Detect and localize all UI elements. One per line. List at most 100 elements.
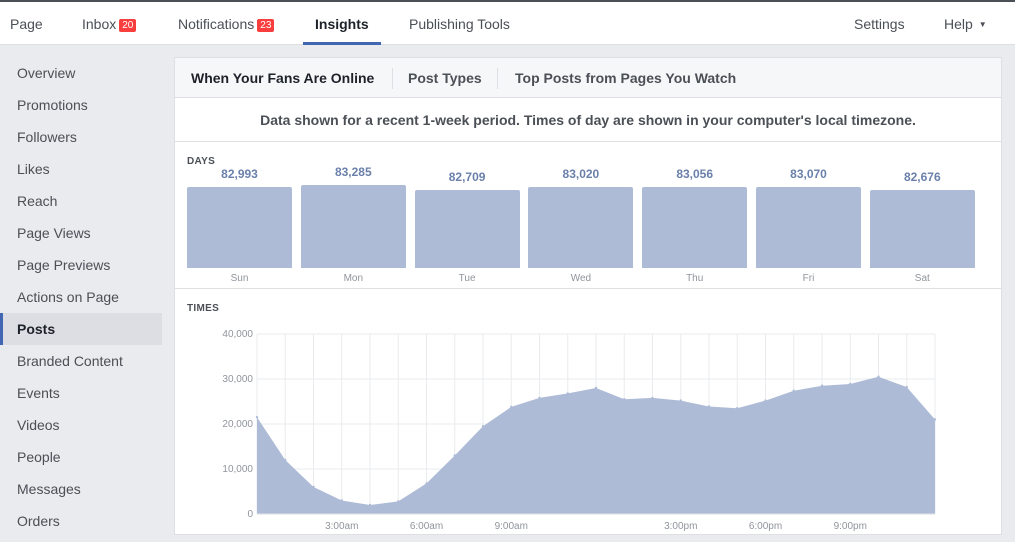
data-point[interactable] xyxy=(255,416,259,419)
data-point[interactable] xyxy=(594,386,598,390)
sidebar-item-label: Videos xyxy=(17,417,60,433)
subtab-post-types[interactable]: Post Types xyxy=(408,58,482,97)
sidebar-item-posts[interactable]: Posts xyxy=(0,313,162,345)
sidebar-item-orders[interactable]: Orders xyxy=(0,505,162,537)
series-area[interactable] xyxy=(257,376,935,514)
y-tick-label: 0 xyxy=(247,509,253,520)
day-value: 83,070 xyxy=(790,166,827,181)
sidebar-item-likes[interactable]: Likes xyxy=(0,153,162,185)
data-point[interactable] xyxy=(566,392,569,395)
sidebar-item-label: Likes xyxy=(17,161,50,177)
data-point[interactable] xyxy=(340,499,343,502)
day-label: Wed xyxy=(570,273,592,284)
data-point[interactable] xyxy=(905,385,908,389)
day-label: Thu xyxy=(686,273,704,284)
caret-down-icon: ▼ xyxy=(978,20,987,29)
tab-settings[interactable]: Settings xyxy=(854,2,905,45)
sidebar-item-page-views[interactable]: Page Views xyxy=(0,217,162,249)
sidebar-item-messages[interactable]: Messages xyxy=(0,473,162,505)
tab-help[interactable]: Help ▼ xyxy=(944,2,987,45)
x-tick-label: 3:00am xyxy=(325,521,358,532)
data-point[interactable] xyxy=(510,405,513,409)
day-bar[interactable] xyxy=(869,190,975,268)
sidebar-item-label: Messages xyxy=(17,481,81,497)
sidebar-item-label: Orders xyxy=(17,513,60,529)
x-tick-label: 6:00pm xyxy=(749,521,782,532)
times-area-chart: 40,000 30,000 20,000 10,000 0 3:00am 6:00am 9:0… xyxy=(222,329,937,532)
data-point[interactable] xyxy=(481,425,485,428)
tab-notifications[interactable]: Notifications 23 xyxy=(178,2,275,45)
data-point[interactable] xyxy=(425,482,428,485)
subtab-top-posts-label: Top Posts from Pages You Watch xyxy=(515,70,737,86)
sidebar-item-videos[interactable]: Videos xyxy=(0,409,162,441)
data-point[interactable] xyxy=(368,503,372,507)
data-point[interactable] xyxy=(651,396,654,400)
sidebar-item-branded-content[interactable]: Branded Content xyxy=(0,345,162,377)
sidebar-item-page-previews[interactable]: Page Previews xyxy=(0,249,162,281)
subtab-top-posts[interactable]: Top Posts from Pages You Watch xyxy=(515,58,736,97)
tab-publishing-tools-label: Publishing Tools xyxy=(409,16,510,32)
day-bar[interactable] xyxy=(642,186,748,268)
data-point[interactable] xyxy=(312,485,315,489)
sidebar-item-promotions[interactable]: Promotions xyxy=(0,89,162,121)
day-value: 82,709 xyxy=(448,169,486,184)
data-point[interactable] xyxy=(538,396,541,400)
sidebar-item-overview[interactable]: Overview xyxy=(0,57,162,89)
day-label: Sun xyxy=(230,273,249,284)
tab-insights[interactable]: Insights xyxy=(315,2,369,45)
data-point[interactable] xyxy=(679,399,682,402)
data-point[interactable] xyxy=(623,398,626,401)
y-tick-label: 30,000 xyxy=(222,374,253,385)
x-tick-label: 9:00am xyxy=(495,521,528,532)
timezone-notice: Data shown for a recent 1-week period. T… xyxy=(175,98,1001,142)
notifications-count-badge: 23 xyxy=(257,19,275,32)
data-point[interactable] xyxy=(820,384,824,387)
sidebar-item-label: Posts xyxy=(17,321,56,337)
data-point[interactable] xyxy=(707,405,711,408)
y-tick-label: 40,000 xyxy=(222,329,253,340)
sidebar-item-people[interactable]: People xyxy=(0,441,162,473)
tab-inbox[interactable]: Inbox 20 xyxy=(82,2,137,45)
day-bar[interactable] xyxy=(300,185,406,268)
sidebar-item-label: Events xyxy=(17,385,60,401)
tab-help-label: Help xyxy=(944,16,973,32)
day-bar[interactable] xyxy=(528,187,634,268)
day-bar[interactable] xyxy=(187,187,292,268)
data-point[interactable] xyxy=(736,407,739,410)
subtab-divider xyxy=(392,68,393,89)
y-tick-label: 20,000 xyxy=(222,419,253,430)
day-bar[interactable] xyxy=(414,189,520,268)
data-point[interactable] xyxy=(397,500,400,503)
days-section: DAYS 82,993 Sun 83,285 Mon 82,709 Tue 83,020 We… xyxy=(175,142,1001,289)
data-point[interactable] xyxy=(877,375,880,378)
sidebar-item-label: Page Views xyxy=(17,225,91,241)
tab-page-label: Page xyxy=(10,16,43,32)
day-label: Sat xyxy=(914,273,930,284)
sidebar-item-label: Promotions xyxy=(17,97,88,113)
tab-publishing-tools[interactable]: Publishing Tools xyxy=(409,2,510,45)
sidebar-item-actions-on-page[interactable]: Actions on Page xyxy=(0,281,162,313)
data-point[interactable] xyxy=(764,399,767,402)
sidebar-item-reach[interactable]: Reach xyxy=(0,185,162,217)
x-tick-label: 9:00pm xyxy=(834,521,867,532)
tab-inbox-label: Inbox xyxy=(82,16,117,32)
sidebar-item-label: Actions on Page xyxy=(17,289,119,305)
data-point[interactable] xyxy=(849,382,852,386)
data-point[interactable] xyxy=(453,454,456,457)
insights-card: When Your Fans Are Online Post Types Top… xyxy=(174,57,1002,535)
data-point[interactable] xyxy=(284,458,287,462)
day-bar[interactable] xyxy=(756,186,861,268)
data-point[interactable] xyxy=(933,418,937,421)
day-value: 82,676 xyxy=(903,170,941,184)
tab-page[interactable]: Page xyxy=(10,2,43,45)
sidebar-item-label: Branded Content xyxy=(17,353,123,369)
active-tab-indicator xyxy=(303,42,381,45)
day-label: Fri xyxy=(802,273,815,284)
day-label: Tue xyxy=(458,273,476,284)
top-nav: Page Inbox 20 Notifications 23 Insights Pu… xyxy=(0,0,1015,45)
sidebar-item-events[interactable]: Events xyxy=(0,377,162,409)
subtab-fans-online[interactable]: When Your Fans Are Online xyxy=(191,58,374,97)
sidebar-item-followers[interactable]: Followers xyxy=(0,121,162,153)
data-point[interactable] xyxy=(792,389,795,392)
sidebar-item-label: People xyxy=(17,449,61,465)
